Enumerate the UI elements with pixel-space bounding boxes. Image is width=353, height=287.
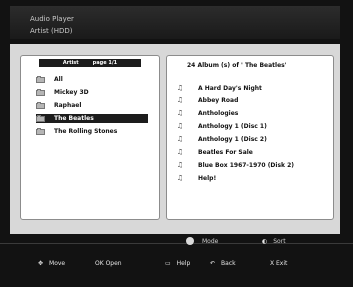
artist-item[interactable]: The Rolling Stones [36,127,148,136]
help-hint[interactable]: ▭ Help [165,258,190,268]
ok-open-hint: OK Open [95,258,122,268]
album-item-label: Blue Box 1967-1970 (Disk 2) [198,162,295,169]
artist-list-panel: Artist page 1/1 All Mickey 3D Raphael Th… [20,55,160,220]
artist-item-label: All [54,76,63,83]
album-item[interactable]: ♫ Blue Box 1967-1970 (Disk 2) [175,161,294,170]
album-item[interactable]: ♫ Help! [175,174,216,183]
artist-item[interactable]: All [36,75,148,84]
album-item[interactable]: ♫ Anthology 1 (Disc 1) [175,122,267,131]
music-note-icon: ♫ [176,161,184,169]
sort-icon: ◐ [262,237,268,245]
artist-item-label: Raphael [54,102,82,109]
music-note-icon: ♫ [176,135,184,143]
album-item-label: Anthology 1 (Disc 1) [198,123,267,130]
album-item[interactable]: ♫ Abbey Road [175,96,239,105]
move-label: Move [49,259,66,267]
mode-dot-icon [186,237,194,245]
artist-list-header: Artist page 1/1 [39,59,141,67]
artist-item[interactable]: Raphael [36,101,148,110]
back-hint[interactable]: ↶ Back [210,258,236,268]
music-note-icon: ♫ [176,109,184,117]
album-item-label: Anthologies [198,110,239,117]
music-note-icon: ♫ [176,84,184,92]
folder-icon [36,88,45,96]
sort-label: Sort [273,237,286,245]
artist-item-label: The Beatles [54,115,94,122]
artist-item-selected[interactable]: The Beatles [36,114,148,123]
album-list-panel: 24 Album (s) of ' The Beatles' ♫ A Hard … [166,55,334,220]
music-note-icon: ♫ [176,148,184,156]
mode-control[interactable]: Mode [186,236,218,246]
mode-label: Mode [202,237,219,245]
artist-list-title: Artist [62,60,79,66]
music-note-icon: ♫ [176,96,184,104]
album-item-label: A Hard Day's Night [198,85,262,92]
artist-item-label: Mickey 3D [54,89,89,96]
album-item-label: Help! [198,175,217,182]
artist-item[interactable]: Mickey 3D [36,88,148,97]
album-count-header: 24 Album (s) of ' The Beatles' [187,62,287,69]
page-subtitle: Artist (HDD) [30,27,73,35]
folder-icon [36,114,45,122]
album-item-label: Abbey Road [198,97,239,104]
folder-icon [36,101,45,109]
album-item-label: Anthology 1 (Disc 2) [198,136,267,143]
music-note-icon: ♫ [176,174,184,182]
ok-open-label: OK Open [95,259,122,267]
app-title: Audio Player [30,15,74,23]
folder-icon [36,75,45,83]
folder-icon [36,127,45,135]
exit-hint[interactable]: X Exit [270,258,287,268]
album-item[interactable]: ♫ Anthologies [175,109,239,118]
exit-label: X Exit [270,259,288,267]
sort-control[interactable]: ◐ Sort [262,236,286,246]
move-hint: ✥ Move [38,258,65,268]
album-item[interactable]: ♫ Beatles For Sale [175,148,253,157]
music-note-icon: ♫ [176,122,184,130]
album-item[interactable]: ♫ Anthology 1 (Disc 2) [175,135,267,144]
help-label: Help [176,259,191,267]
page-indicator: page 1/1 [92,60,118,66]
artist-item-label: The Rolling Stones [54,128,118,135]
back-arrow-icon: ↶ [210,259,216,267]
back-label: Back [221,259,236,267]
album-item[interactable]: ♫ A Hard Day's Night [175,84,262,93]
bottom-divider [0,243,353,244]
dpad-icon: ✥ [38,259,44,267]
album-item-label: Beatles For Sale [198,149,253,156]
tv-help-icon: ▭ [165,259,171,267]
